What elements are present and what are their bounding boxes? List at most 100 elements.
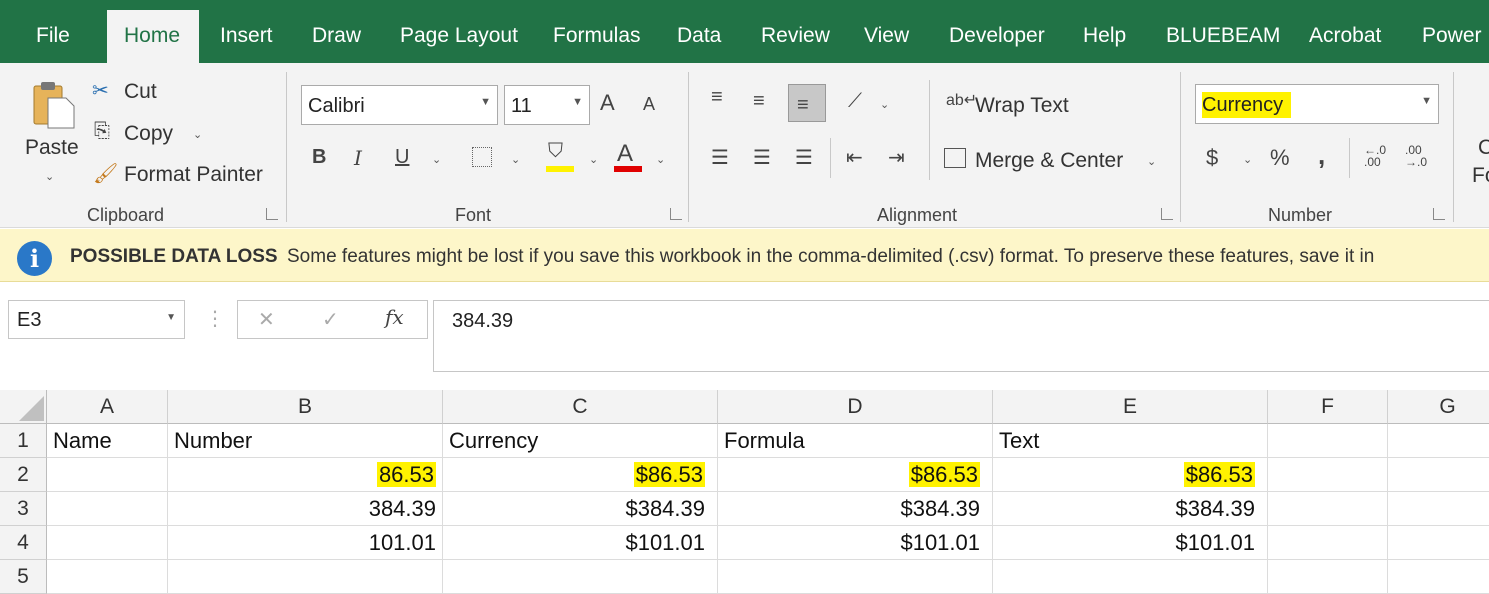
merge-center-button[interactable]: Merge & Center (975, 149, 1123, 173)
middle-align-icon[interactable]: ≡ (753, 90, 765, 113)
paste-chevron-down-icon[interactable]: ⌄ (45, 170, 54, 183)
comma-style-button[interactable]: , (1318, 140, 1325, 171)
wrap-text-button[interactable]: Wrap Text (975, 94, 1069, 118)
align-right-icon[interactable]: ☰ (795, 145, 813, 170)
copy-chevron-down-icon[interactable]: ⌄ (193, 128, 202, 141)
cell-c2[interactable]: $86.53 (443, 458, 718, 492)
cell-d1[interactable]: Formula (718, 424, 993, 458)
cancel-entry-icon[interactable]: ✕ (258, 307, 275, 332)
cell-e1[interactable]: Text (993, 424, 1268, 458)
tab-bluebeam[interactable]: BLUEBEAM (1166, 24, 1280, 48)
cell-a2[interactable] (47, 458, 168, 492)
row-header-4[interactable]: 4 (0, 526, 47, 560)
cell-b2[interactable]: 86.53 (168, 458, 443, 492)
increase-indent-icon[interactable]: ⇥ (888, 145, 905, 170)
tab-page-layout[interactable]: Page Layout (400, 24, 518, 48)
format-as-table-label-partial[interactable]: Fo (1472, 164, 1489, 188)
decrease-indent-icon[interactable]: ⇤ (846, 145, 863, 170)
cell-a4[interactable] (47, 526, 168, 560)
column-header-g[interactable]: G (1388, 390, 1489, 424)
top-align-icon[interactable]: ≡ (711, 86, 723, 109)
row-header-2[interactable]: 2 (0, 458, 47, 492)
underline-button[interactable]: U (395, 146, 409, 169)
fill-color-icon[interactable]: ⛉ (548, 140, 563, 163)
cell-a3[interactable] (47, 492, 168, 526)
tab-power-pivot[interactable]: Power P (1422, 24, 1489, 48)
borders-icon[interactable] (472, 147, 492, 167)
cell-g4[interactable] (1388, 526, 1489, 560)
tab-file[interactable]: File (36, 24, 70, 48)
cell-g1[interactable] (1388, 424, 1489, 458)
cell-c1[interactable]: Currency (443, 424, 718, 458)
font-dialog-launcher-icon[interactable] (670, 208, 682, 220)
cell-f1[interactable] (1268, 424, 1388, 458)
row-header-3[interactable]: 3 (0, 492, 47, 526)
tab-data[interactable]: Data (677, 24, 721, 48)
cell-a1[interactable]: Name (47, 424, 168, 458)
row-header-5[interactable]: 5 (0, 560, 47, 594)
tab-formulas[interactable]: Formulas (553, 24, 641, 48)
cell-e3[interactable]: $384.39 (993, 492, 1268, 526)
tab-home[interactable]: Home (124, 24, 180, 48)
alignment-dialog-launcher-icon[interactable] (1161, 208, 1173, 220)
tab-developer[interactable]: Developer (949, 24, 1045, 48)
tab-insert[interactable]: Insert (220, 24, 273, 48)
accounting-format-button[interactable]: $ (1206, 145, 1218, 171)
row-header-1[interactable]: 1 (0, 424, 47, 458)
format-painter-button[interactable]: Format Painter (124, 163, 263, 187)
cell-e5[interactable] (993, 560, 1268, 594)
orientation-icon[interactable]: ⟋ (848, 90, 862, 113)
column-header-e[interactable]: E (993, 390, 1268, 424)
font-color-chevron-down-icon[interactable]: ⌄ (656, 153, 665, 166)
cell-c4[interactable]: $101.01 (443, 526, 718, 560)
number-format-select[interactable]: Currency ▼ (1195, 84, 1439, 124)
formula-input[interactable]: 384.39 (433, 300, 1489, 372)
bold-button[interactable]: B (312, 146, 326, 169)
cell-d3[interactable]: $384.39 (718, 492, 993, 526)
cell-g3[interactable] (1388, 492, 1489, 526)
select-all-button[interactable] (0, 390, 47, 424)
cell-b1[interactable]: Number (168, 424, 443, 458)
underline-chevron-down-icon[interactable]: ⌄ (432, 153, 441, 166)
column-header-a[interactable]: A (47, 390, 168, 424)
cut-button[interactable]: Cut (124, 80, 157, 104)
column-header-f[interactable]: F (1268, 390, 1388, 424)
cell-b3[interactable]: 384.39 (168, 492, 443, 526)
font-color-icon[interactable]: A (617, 140, 633, 168)
borders-chevron-down-icon[interactable]: ⌄ (511, 153, 520, 166)
cell-a5[interactable] (47, 560, 168, 594)
paste-label[interactable]: Paste (25, 136, 79, 160)
cell-f2[interactable] (1268, 458, 1388, 492)
orientation-chevron-down-icon[interactable]: ⌄ (880, 98, 889, 111)
cell-b5[interactable] (168, 560, 443, 594)
decrease-font-size-icon[interactable]: A (643, 94, 655, 115)
tab-draw[interactable]: Draw (312, 24, 361, 48)
tab-help[interactable]: Help (1083, 24, 1126, 48)
conditional-format-label-partial[interactable]: C (1478, 136, 1489, 160)
align-center-icon[interactable]: ☰ (753, 145, 771, 170)
cell-d5[interactable] (718, 560, 993, 594)
cell-d2[interactable]: $86.53 (718, 458, 993, 492)
cell-d4[interactable]: $101.01 (718, 526, 993, 560)
number-dialog-launcher-icon[interactable] (1433, 208, 1445, 220)
cell-g2[interactable] (1388, 458, 1489, 492)
column-header-c[interactable]: C (443, 390, 718, 424)
tab-review[interactable]: Review (761, 24, 830, 48)
cell-g5[interactable] (1388, 560, 1489, 594)
confirm-entry-icon[interactable]: ✓ (322, 307, 339, 332)
cell-f3[interactable] (1268, 492, 1388, 526)
formula-bar-grip-icon[interactable]: ⋮ (205, 306, 225, 331)
name-box[interactable]: E3 ▼ (8, 300, 185, 339)
cell-b4[interactable]: 101.01 (168, 526, 443, 560)
merge-chevron-down-icon[interactable]: ⌄ (1147, 155, 1156, 168)
font-size-select[interactable]: 11 ▼ (504, 85, 590, 125)
decrease-decimal-button[interactable]: .00 →.0 (1405, 144, 1427, 168)
cell-e2[interactable]: $86.53 (993, 458, 1268, 492)
accounting-chevron-down-icon[interactable]: ⌄ (1243, 153, 1252, 166)
cell-e4[interactable]: $101.01 (993, 526, 1268, 560)
increase-font-size-icon[interactable]: A (600, 90, 615, 116)
percent-style-button[interactable]: % (1270, 145, 1290, 171)
cell-f4[interactable] (1268, 526, 1388, 560)
paste-button[interactable] (30, 80, 76, 130)
tab-acrobat[interactable]: Acrobat (1309, 24, 1381, 48)
